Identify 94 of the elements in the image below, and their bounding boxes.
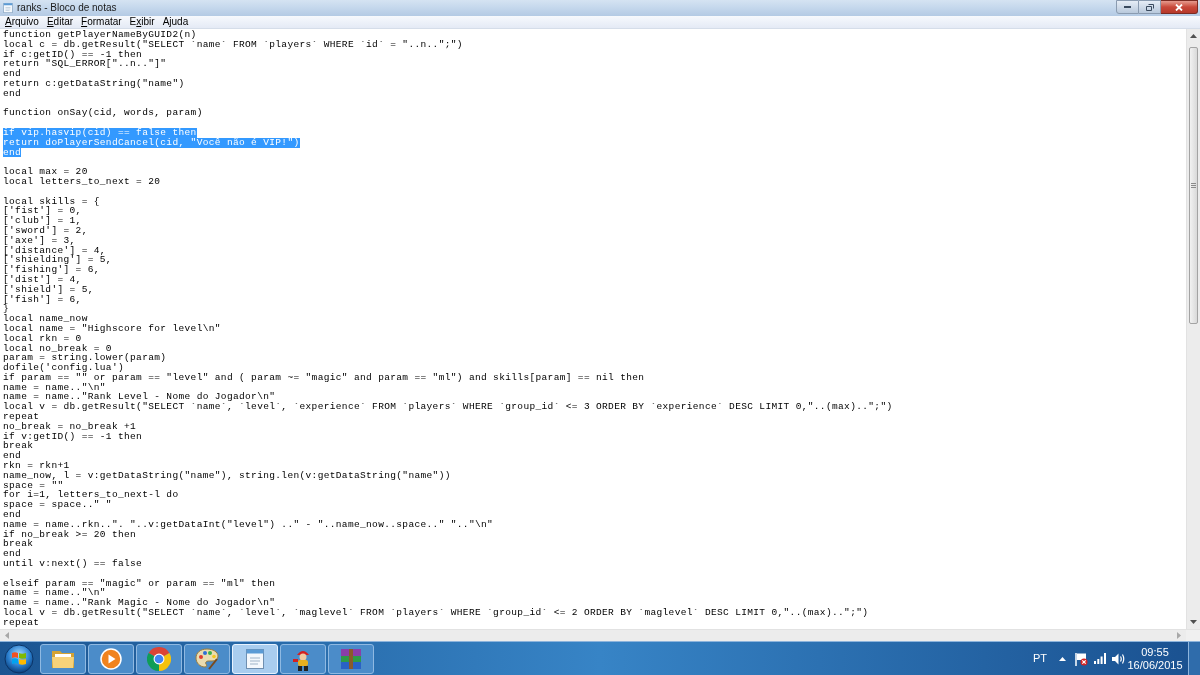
code-line: end	[3, 88, 22, 99]
code-line: local no_break = 0	[3, 343, 112, 354]
close-button[interactable]	[1161, 0, 1198, 14]
code-line: if c:getID() == -1 then	[3, 49, 143, 60]
code-line: ['sword'] = 2,	[3, 225, 88, 236]
vertical-scrollbar[interactable]	[1186, 29, 1200, 629]
show-desktop-button[interactable]	[1188, 642, 1200, 675]
flag-icon[interactable]	[1075, 651, 1088, 666]
code-line: if no_break >= 20 then	[3, 529, 137, 540]
scroll-thumb[interactable]	[1189, 47, 1198, 324]
restore-button[interactable]	[1139, 0, 1161, 14]
code-line: repeat	[3, 617, 40, 628]
notepad-icon	[3, 2, 13, 14]
code-line: function onSay(cid, words, param)	[3, 108, 203, 119]
code-line: repeat	[3, 412, 40, 422]
code-line: ['club'] = 1,	[3, 216, 82, 226]
code-line: local name = "Highscore for level\n"	[3, 323, 221, 334]
folder-icon	[51, 648, 75, 669]
menu-item[interactable]: Arquivo	[1, 16, 43, 28]
code-line: space = space.." "	[3, 500, 112, 511]
speaker-icon[interactable]	[1112, 652, 1125, 665]
code-line: local v = db.getResult("SELECT `name`, `level`, `experience` FROM `players` WHERE `group_id` <= 3 ORDER BY `experience` DESC LIMIT 0,"..(max)..";")	[3, 402, 893, 413]
code-line: local c = db.getResult("SELECT `name` FROM `players` WHERE `id` = "..n..";")	[3, 39, 463, 50]
code-line: ['shield'] = 5,	[3, 284, 94, 295]
taskbar-button[interactable]	[280, 643, 326, 674]
close-icon	[1175, 3, 1183, 11]
arrow-up-icon	[1190, 34, 1197, 38]
palette-icon	[195, 647, 219, 670]
language-indicator[interactable]: PT	[1032, 650, 1047, 667]
window-title: ranks - Bloco de notas	[17, 2, 117, 14]
scrollbar-corner	[1186, 629, 1200, 641]
taskbar-button[interactable]	[136, 643, 182, 674]
code-line: }	[3, 304, 10, 315]
play-icon	[100, 647, 122, 670]
code-line: ['fishing'] = 6,	[3, 265, 100, 275]
code-line: dofile('config.lua')	[3, 363, 125, 373]
code-line: if param == "" or param == "level" and ( param ~= "magic" and param == "ml") and skills[param] == nil then	[3, 372, 645, 383]
code-line: name = name..rkn..". "..v:getDataInt("level") .." - "..name_now..space.." ".."\n"	[3, 519, 494, 530]
code-line: local v = db.getResult("SELECT `name`, `level`, `maglevel` FROM `players` WHERE `group_id` <= 2 ORDER BY `maglevel` DESC LIMIT 0,"..(max)..";")	[3, 608, 869, 618]
code-line: name_now, l = v:getDataString("name"), string.len(v:getDataString("name"))	[3, 470, 451, 481]
code-line: local max = 20	[3, 167, 88, 177]
triangle-up-icon	[1059, 656, 1066, 661]
code-line: space = ""	[3, 480, 64, 491]
taskbar-button[interactable]	[88, 643, 134, 674]
arrow-right-icon	[1177, 632, 1181, 639]
notepad-icon	[245, 647, 265, 670]
code-line: ['fist'] = 0,	[3, 206, 82, 217]
code-line: function getPlayerNameByGUID2(n)	[3, 30, 197, 40]
minimize-icon	[1124, 6, 1131, 8]
code-line: ['fish'] = 6,	[3, 294, 82, 305]
arrow-down-icon	[1190, 620, 1197, 624]
menu-item[interactable]: Editar	[42, 16, 78, 28]
code-line: name = name.."Rank Magic - Nome do Jogador\n"	[3, 598, 276, 608]
code-line: end	[3, 549, 22, 560]
books-icon	[339, 647, 363, 670]
code-line: name = name.."\n"	[3, 588, 106, 599]
code-line: ['shielding'] = 5,	[3, 255, 112, 266]
code-line: ['distance'] = 4,	[3, 245, 106, 256]
code-line: elseif param == "magic" or param == "ml" then	[3, 578, 276, 589]
start-orb-icon	[4, 643, 34, 674]
clock-time[interactable]: 09:55	[1141, 645, 1169, 659]
code-line: until v:next() == false	[3, 559, 143, 569]
browser-icon	[147, 646, 171, 671]
code-line: no_break = no_break +1	[3, 421, 137, 432]
code-line: local skills = {	[3, 196, 100, 207]
code-line: end	[3, 451, 22, 462]
code-line: param = string.lower(param)	[3, 353, 167, 364]
code-line: return "SQL_ERROR["..n.."]"	[3, 59, 167, 70]
taskbar-button[interactable]	[40, 643, 86, 674]
menu-item[interactable]: Ajuda	[158, 16, 193, 28]
code-line: local rkn = 0	[3, 333, 82, 344]
restore-icon	[1145, 3, 1154, 11]
grip-icon	[1191, 183, 1196, 188]
menu-item[interactable]: Formatar	[77, 16, 126, 28]
clock-date[interactable]: 16/06/2015	[1127, 658, 1183, 672]
code-line: local name_now	[3, 314, 88, 324]
arrow-left-icon	[5, 632, 9, 639]
code-line: break	[3, 441, 34, 452]
code-line: ['axe'] = 3,	[3, 235, 76, 246]
code-line: name = name.."Rank Level - Nome do Jogador\n"	[3, 392, 276, 403]
code-line: name = name.."\n"	[3, 382, 106, 393]
code-line: local letters_to_next = 20	[3, 176, 161, 187]
code-line: return c:getDataString("name")	[3, 79, 185, 89]
minimize-button[interactable]	[1116, 0, 1139, 14]
code-line: break	[3, 539, 34, 550]
code-line: if v:getID() == -1 then	[3, 431, 143, 442]
code-line: rkn = rkn+1	[3, 461, 70, 471]
code-line: ['dist'] = 4,	[3, 274, 82, 285]
signal-icon[interactable]	[1094, 653, 1106, 664]
taskbar-button[interactable]	[184, 643, 230, 674]
code-line: end	[3, 69, 22, 79]
code-line: for i=1, letters_to_next-l do	[3, 490, 179, 501]
menu-item[interactable]: Exibir	[125, 16, 159, 28]
code-line: end	[3, 510, 22, 520]
